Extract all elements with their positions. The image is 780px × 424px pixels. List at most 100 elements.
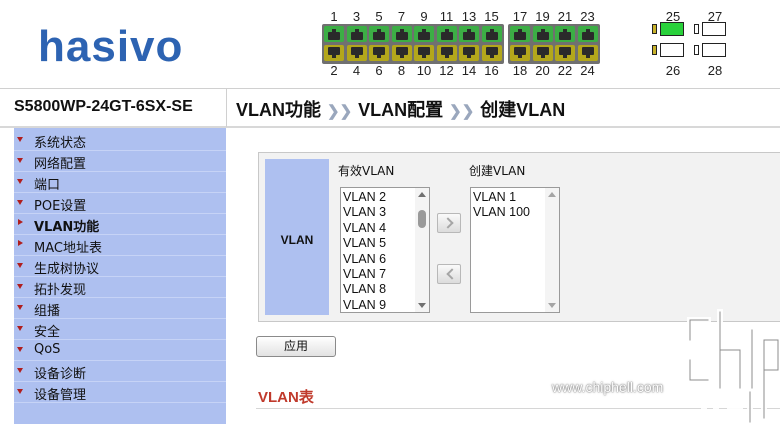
add-vlan-button[interactable]: [437, 213, 461, 233]
port-number: 3: [352, 9, 361, 24]
port-number: 6: [375, 63, 383, 78]
sidebar-item[interactable]: 组播: [14, 298, 226, 319]
sidebar-item-label: 生成树协议: [34, 262, 100, 277]
ethernet-port-icon[interactable]: [391, 26, 412, 42]
vlan-row-label: VLAN: [280, 233, 314, 247]
sidebar-item-label: MAC地址表: [34, 241, 102, 256]
breadcrumb-separator-icon: ❯❯: [449, 103, 475, 120]
sfp-port-icon[interactable]: [694, 43, 726, 57]
port-number: 14: [461, 63, 477, 78]
breadcrumb: VLAN功能 ❯❯ VLAN配置 ❯❯ 创建VLAN: [236, 96, 565, 122]
port-number: 20: [535, 63, 550, 78]
scroll-down-icon[interactable]: [418, 303, 426, 308]
port-number: 7: [397, 9, 406, 24]
ethernet-port-icon[interactable]: [414, 45, 434, 61]
port-number: 4: [352, 63, 361, 78]
sidebar-nav: 系统状态网络配置端口 POE设置 VLAN功能 MAC地址表 生成树协议拓扑发现 组播 安全…: [14, 128, 226, 424]
sfp-port-icon[interactable]: [694, 22, 726, 36]
port-number: 2: [330, 63, 338, 78]
port-number: 8: [397, 63, 406, 78]
sidebar-item-label: VLAN功能: [34, 220, 100, 235]
sidebar-item[interactable]: 系统状态: [14, 130, 226, 151]
ethernet-port-icon[interactable]: [481, 45, 502, 61]
port-number: 26: [665, 63, 681, 78]
ethernet-port-icon[interactable]: [577, 45, 598, 61]
ethernet-port-icon[interactable]: [324, 26, 344, 42]
sidebar-item[interactable]: 安全: [14, 319, 226, 340]
ethernet-port-icon[interactable]: [555, 45, 575, 61]
breadcrumb-item: 创建VLAN: [480, 100, 566, 120]
port-number: 15: [484, 9, 499, 24]
port-number: 17: [512, 9, 528, 24]
ethernet-port-icon[interactable]: [459, 45, 479, 61]
vlan-option[interactable]: VLAN 6: [343, 252, 386, 267]
switch-admin-page: hasivo 1 2 3 4 5 6 7 8 9 10 11 12 13 14 15 16 17 18 19 20 21…: [0, 0, 780, 424]
vlan-option[interactable]: VLAN 9: [343, 298, 386, 312]
sidebar-item[interactable]: 设备诊断: [14, 361, 226, 382]
sidebar-item[interactable]: MAC地址表: [14, 235, 226, 256]
apply-button[interactable]: 应用: [256, 336, 336, 357]
breadcrumb-item[interactable]: VLAN配置: [358, 100, 443, 120]
sidebar-item-label: 拓扑发现: [34, 283, 87, 298]
caret-right-icon: [18, 240, 23, 246]
sidebar-item-label: 设备诊断: [34, 367, 87, 382]
ethernet-port-icon[interactable]: [459, 26, 479, 42]
sidebar-item[interactable]: 网络配置: [14, 151, 226, 172]
created-vlan-list[interactable]: VLAN 1 VLAN 100: [470, 187, 560, 313]
sidebar-item[interactable]: POE设置: [14, 193, 226, 214]
ethernet-port-icon[interactable]: [577, 26, 598, 42]
ethernet-port-icon[interactable]: [510, 45, 530, 61]
caret-down-icon: [17, 179, 23, 184]
breadcrumb-item[interactable]: VLAN功能: [236, 100, 321, 120]
sidebar-item-label: 系统状态: [34, 136, 87, 151]
ethernet-port-icon[interactable]: [510, 26, 530, 42]
ethernet-port-icon[interactable]: [324, 45, 344, 61]
available-list-scrollbar[interactable]: [415, 188, 429, 312]
sidebar-item-label: POE设置: [34, 199, 87, 214]
ethernet-port-icon[interactable]: [555, 26, 575, 42]
caret-down-icon: [17, 284, 23, 289]
scroll-thumb[interactable]: [418, 210, 426, 228]
ethernet-port-icon[interactable]: [532, 45, 553, 61]
remove-vlan-button[interactable]: [437, 264, 461, 284]
created-list-scrollbar[interactable]: [545, 188, 559, 312]
ethernet-port-icon[interactable]: [436, 45, 457, 61]
caret-down-icon: [17, 305, 23, 310]
sidebar-item-label: 端口: [34, 178, 61, 193]
ethernet-port-icon[interactable]: [414, 26, 434, 42]
vlan-option[interactable]: VLAN 8: [343, 282, 386, 297]
vlan-option[interactable]: VLAN 5: [343, 236, 386, 251]
vlan-option[interactable]: VLAN 3: [343, 205, 386, 220]
vlan-option[interactable]: VLAN 100: [473, 205, 530, 220]
sidebar-item[interactable]: QoS: [14, 340, 226, 361]
ethernet-port-icon[interactable]: [346, 45, 367, 61]
sidebar-item[interactable]: 拓扑发现: [14, 277, 226, 298]
port-number: 11: [439, 9, 454, 24]
port-number: 19: [535, 9, 550, 24]
sidebar-item[interactable]: 设备管理: [14, 382, 226, 403]
sidebar-item[interactable]: 生成树协议: [14, 256, 226, 277]
vlan-option[interactable]: VLAN 1: [473, 190, 516, 205]
vlan-option[interactable]: VLAN 2: [343, 190, 386, 205]
sfp-port-icon[interactable]: [652, 22, 684, 36]
available-vlan-list[interactable]: VLAN 2 VLAN 3 VLAN 4 VLAN 5 VLAN 6 VLAN 7 VLAN…: [340, 187, 430, 313]
scroll-down-icon[interactable]: [548, 303, 556, 308]
sfp-port-icon[interactable]: [652, 43, 684, 57]
sidebar-item[interactable]: VLAN功能: [14, 214, 226, 235]
ethernet-port-icon[interactable]: [532, 26, 553, 42]
ethernet-port-icon[interactable]: [481, 26, 502, 42]
ethernet-port-icon[interactable]: [436, 26, 457, 42]
vlan-option[interactable]: VLAN 4: [343, 221, 386, 236]
scroll-up-icon[interactable]: [548, 192, 556, 197]
ethernet-port-icon[interactable]: [391, 45, 412, 61]
vlan-option[interactable]: VLAN 7: [343, 267, 386, 282]
port-number: 9: [420, 9, 428, 24]
ethernet-port-icon[interactable]: [369, 45, 389, 61]
ethernet-port-icon[interactable]: [346, 26, 367, 42]
sidebar-item-label: 网络配置: [34, 157, 87, 172]
scroll-up-icon[interactable]: [418, 192, 426, 197]
port-number: 28: [707, 63, 723, 78]
port-number: 5: [375, 9, 383, 24]
ethernet-port-icon[interactable]: [369, 26, 389, 42]
sidebar-item[interactable]: 端口: [14, 172, 226, 193]
